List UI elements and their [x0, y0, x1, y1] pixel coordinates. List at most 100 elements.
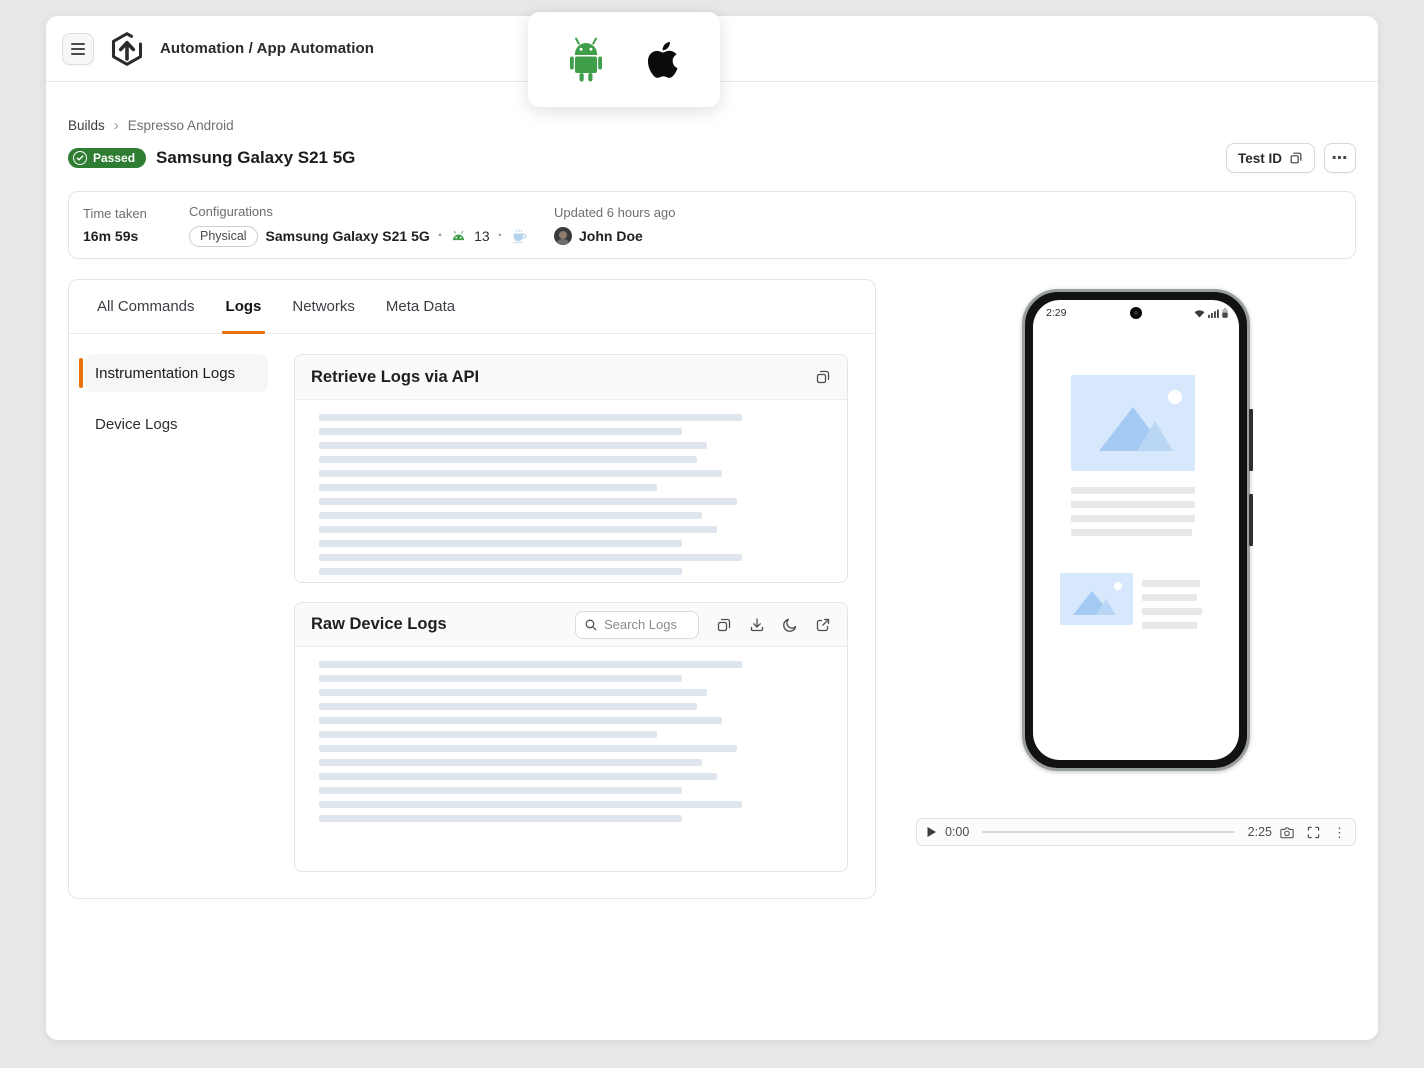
sidebar-item-device-logs[interactable]: Device Logs: [95, 416, 294, 433]
image-placeholder: [1060, 573, 1133, 625]
breadcrumb-builds-link[interactable]: Builds: [68, 118, 105, 133]
android-icon[interactable]: [562, 35, 610, 85]
time-taken-value: 16m 59s: [83, 228, 189, 244]
search-logs-input[interactable]: [604, 617, 688, 632]
updated-section: Updated 6 hours ago John Doe: [554, 205, 675, 245]
hamburger-menu-button[interactable]: [62, 33, 94, 65]
skeleton-line: [319, 773, 717, 780]
video-current-time: 0:00: [945, 825, 969, 839]
sidebar-item-instrumentation-logs[interactable]: Instrumentation Logs: [85, 354, 268, 392]
skeleton-line: [1071, 515, 1195, 522]
screenshot-camera-icon[interactable]: [1280, 826, 1294, 839]
skeleton-line: [319, 787, 682, 794]
skeleton-line: [1071, 501, 1195, 508]
log-type-sidebar: Instrumentation Logs Device Logs: [69, 334, 294, 872]
skeleton-line: [319, 759, 702, 766]
dot-separator: ·: [438, 227, 443, 245]
device-title: Samsung Galaxy S21 5G: [156, 148, 355, 168]
more-options-button[interactable]: ⋯: [1324, 143, 1356, 173]
download-icon[interactable]: [749, 617, 765, 633]
power-button: [1249, 494, 1253, 546]
skeleton-line: [319, 540, 682, 547]
configurations-section: Configurations Physical Samsung Galaxy S…: [189, 204, 554, 247]
skeleton-line: [1142, 580, 1200, 587]
retrieve-logs-title: Retrieve Logs via API: [311, 368, 479, 387]
user-name: John Doe: [579, 228, 643, 244]
signal-icon: [1208, 309, 1219, 318]
time-taken-section: Time taken 16m 59s: [83, 206, 189, 244]
test-title-row: Passed Samsung Galaxy S21 5G Test ID ⋯: [68, 143, 1356, 173]
video-duration: 2:25: [1248, 825, 1272, 839]
os-version: 13: [474, 228, 490, 244]
test-id-button[interactable]: Test ID: [1226, 143, 1315, 173]
status-bar-time: 2:29: [1046, 307, 1066, 319]
skeleton-line: [319, 428, 682, 435]
page-title: Automation / App Automation: [160, 40, 374, 57]
test-info-bar: Time taken 16m 59s Configurations Physic…: [68, 191, 1356, 259]
app-logo-icon: [108, 31, 146, 67]
skeleton-line: [319, 470, 722, 477]
tab-all-commands[interactable]: All Commands: [97, 280, 195, 333]
android-os-icon: [451, 230, 466, 242]
skeleton-line: [319, 484, 657, 491]
skeleton-line: [319, 414, 742, 421]
copy-icon[interactable]: [716, 617, 732, 633]
chevron-right-icon: ›: [114, 118, 119, 133]
wifi-icon: [1194, 309, 1205, 318]
skeleton-line: [319, 815, 682, 822]
skeleton-line: [1071, 487, 1195, 494]
log-skeleton-lines: [295, 647, 847, 822]
skeleton-line: [1142, 608, 1202, 615]
espresso-cup-icon: [511, 229, 527, 244]
video-more-options-icon[interactable]: ⋮: [1333, 826, 1346, 839]
external-link-icon[interactable]: [815, 617, 831, 633]
tab-bar: All Commands Logs Networks Meta Data: [69, 280, 875, 334]
skeleton-line: [319, 731, 657, 738]
copy-icon[interactable]: [815, 369, 831, 385]
device-mockup: 2:29: [1022, 289, 1250, 771]
fullscreen-icon[interactable]: [1307, 826, 1320, 839]
skeleton-line: [319, 554, 742, 561]
user-avatar: [554, 227, 572, 245]
device-type-pill: Physical: [189, 226, 258, 247]
device-preview-column: 2:29: [916, 279, 1356, 899]
search-icon: [584, 618, 598, 632]
tab-networks[interactable]: Networks: [292, 280, 355, 333]
active-item-accent-bar: [79, 358, 83, 388]
test-detail-card: All Commands Logs Networks Meta Data Ins…: [68, 279, 876, 899]
text-skeleton-lines: [1142, 580, 1202, 636]
skeleton-line: [319, 675, 682, 682]
front-camera-icon: [1130, 307, 1142, 319]
skeleton-line: [1071, 529, 1192, 536]
apple-icon[interactable]: [644, 36, 686, 84]
skeleton-line: [1142, 622, 1197, 629]
dark-mode-moon-icon[interactable]: [782, 617, 798, 633]
dot-separator: ·: [498, 227, 503, 245]
copy-icon: [1289, 151, 1303, 165]
retrieve-logs-panel: Retrieve Logs via API: [294, 354, 848, 583]
log-skeleton-lines: [295, 400, 847, 575]
check-icon: [73, 151, 87, 165]
skeleton-line: [319, 689, 707, 696]
tab-logs[interactable]: Logs: [226, 280, 262, 333]
skeleton-line: [319, 498, 737, 505]
video-progress-bar[interactable]: [982, 831, 1234, 833]
status-badge-label: Passed: [93, 151, 135, 165]
play-button[interactable]: [926, 826, 937, 838]
skeleton-line: [1142, 594, 1197, 601]
test-id-label: Test ID: [1238, 151, 1282, 166]
image-placeholder: [1071, 375, 1195, 471]
breadcrumb-current: Espresso Android: [128, 118, 234, 133]
video-player-bar: 0:00 2:25 ⋮: [916, 818, 1356, 846]
text-skeleton-lines: [1071, 487, 1195, 543]
status-badge: Passed: [68, 148, 146, 168]
skeleton-line: [319, 442, 707, 449]
search-logs-box: [575, 611, 699, 639]
raw-logs-title: Raw Device Logs: [311, 615, 447, 634]
config-device-name: Samsung Galaxy S21 5G: [266, 228, 430, 244]
tab-meta-data[interactable]: Meta Data: [386, 280, 455, 333]
updated-label: Updated 6 hours ago: [554, 205, 675, 220]
platform-switcher-card: [528, 12, 720, 107]
skeleton-line: [319, 526, 717, 533]
battery-icon: [1222, 308, 1228, 318]
